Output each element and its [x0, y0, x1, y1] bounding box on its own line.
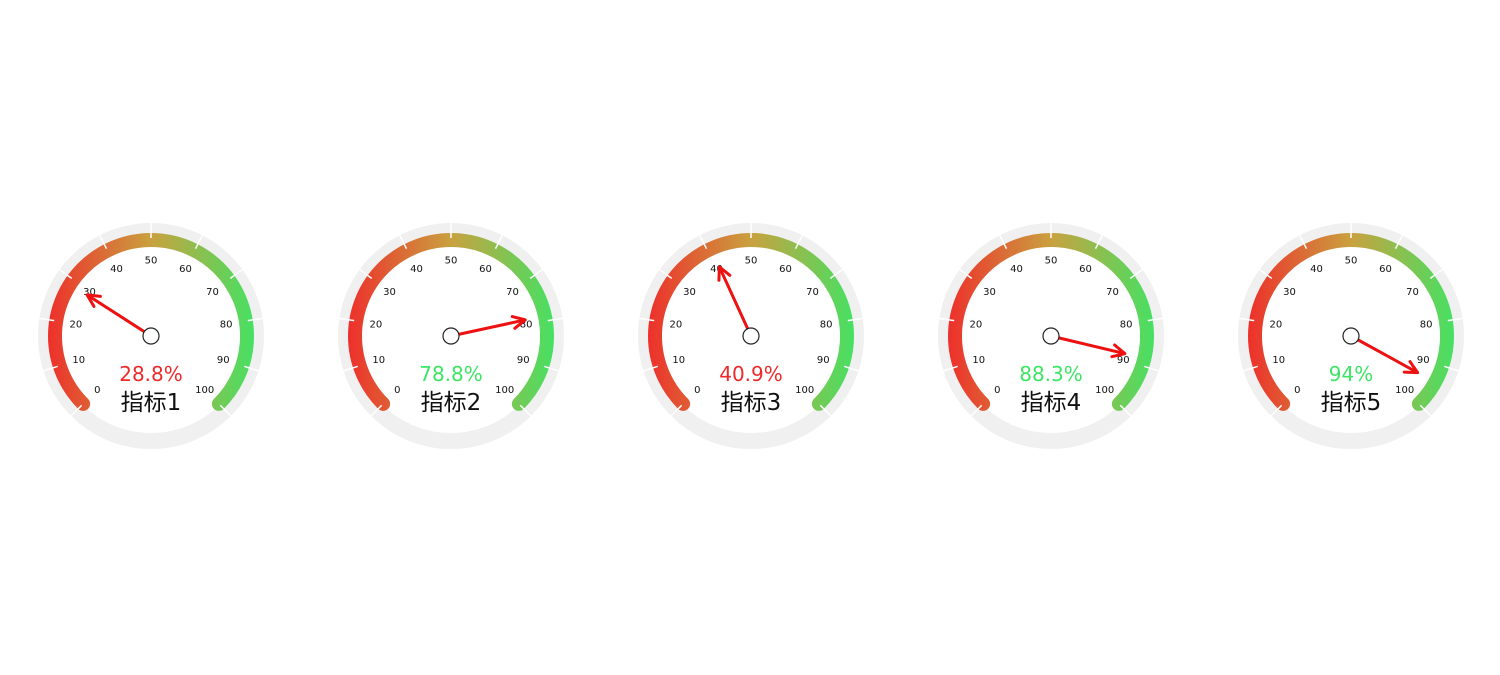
gauge-hub [1042, 327, 1060, 345]
gauge-tick-label: 70 [1406, 287, 1419, 298]
gauge-tick-label: 90 [817, 355, 830, 366]
gauge-value-label: 88.3% [1019, 362, 1083, 386]
gauge-pointer [87, 294, 153, 338]
gauge-name-label: 指标2 [421, 390, 482, 416]
gauge-hub [142, 327, 160, 345]
gauge-value-label: 28.8% [119, 362, 183, 386]
gauge-tick-label: 20 [70, 320, 83, 331]
gauge-tick-label: 50 [145, 256, 158, 267]
gauge-hub [1342, 327, 1360, 345]
gauge-value-label: 78.8% [419, 362, 483, 386]
gauge-tick-label: 70 [1106, 287, 1119, 298]
gauge-tick-label: 80 [1120, 320, 1133, 331]
gauge-tick-label: 10 [372, 355, 385, 366]
gauge-tick-label: 80 [1420, 320, 1433, 331]
gauge-pointer [449, 318, 525, 338]
gauge-tick-label: 80 [820, 320, 833, 331]
gauge-3: 010203040506070809010040.9%指标3 [638, 223, 864, 449]
gauge-tick-label: 40 [1010, 264, 1023, 275]
gauge-tick-label: 60 [1079, 264, 1092, 275]
gauge-tick-label: 90 [1117, 355, 1130, 366]
gauge-pointer [718, 267, 753, 338]
gauge-tick-label: 100 [1395, 385, 1414, 396]
gauge-4: 0 10 20 30 40 50 60 70 80 90 100 88.3% 指标4 [938, 223, 1164, 449]
gauge-tick-label: 70 [206, 287, 219, 298]
gauge-tick-label: 80 [220, 320, 233, 331]
gauge-tick-label: 50 [745, 256, 758, 267]
gauge-tick-label: 40 [410, 264, 423, 275]
gauge-tick-label: 50 [1345, 256, 1358, 267]
gauge-tick-label: 70 [806, 287, 819, 298]
gauge-tick-label: 40 [1310, 264, 1323, 275]
gauge-tick-label: 90 [1417, 355, 1430, 366]
gauges-layer: 010203040506070809010028.8%指标1 0102030405… [38, 223, 1464, 449]
gauge-tick-label: 30 [383, 287, 396, 298]
gauge-2: 010203040506070809010078.8%指标2 [338, 223, 564, 449]
gauge-tick-label: 30 [1283, 287, 1296, 298]
gauge-tick-label: 90 [217, 355, 230, 366]
gauge-tick-label: 10 [972, 355, 985, 366]
gauge-name-label: 指标1 [121, 390, 182, 416]
gauge-tick-label: 70 [506, 287, 519, 298]
gauge-hub [442, 327, 460, 345]
gauge-tick-label: 10 [672, 355, 685, 366]
gauge-tick-label: 0 [994, 385, 1000, 396]
gauge-hub [742, 327, 760, 345]
gauge-value-label: 94% [1329, 362, 1373, 386]
gauge-tick-label: 0 [694, 385, 700, 396]
gauge-chart: 010203040506070809010028.8%指标1 0102030405… [38, 223, 1464, 449]
gauge-tick-label: 0 [1294, 385, 1300, 396]
gauge-tick-label: 0 [94, 385, 100, 396]
gauge-tick-label: 100 [795, 385, 814, 396]
gauge-tick-label: 20 [1270, 320, 1283, 331]
gauge-tick-label: 10 [1272, 355, 1285, 366]
gauge-pointer [1049, 334, 1125, 355]
gauge-tick-label: 20 [370, 320, 383, 331]
gauge-tick-label: 50 [1045, 256, 1058, 267]
gauge-1: 010203040506070809010028.8%指标1 [38, 223, 264, 449]
gauge-tick-label: 30 [983, 287, 996, 298]
gauge-tick-label: 100 [1095, 385, 1114, 396]
gauge-tick-label: 0 [394, 385, 400, 396]
gauge-tick-label: 60 [779, 264, 792, 275]
gauge-tick-label: 60 [1379, 264, 1392, 275]
gauge-tick-label: 40 [110, 264, 123, 275]
gauge-tick-label: 50 [445, 256, 458, 267]
gauge-value-label: 40.9% [719, 362, 783, 386]
gauge-name-label: 指标3 [721, 390, 782, 416]
gauge-tick-label: 100 [195, 385, 214, 396]
gauge-tick-label: 20 [670, 320, 683, 331]
gauge-tick-label: 20 [970, 320, 983, 331]
gauge-tick-label: 30 [683, 287, 696, 298]
gauge-tick-label: 60 [179, 264, 192, 275]
gauge-tick-label: 100 [495, 385, 514, 396]
gauge-tick-label: 90 [517, 355, 530, 366]
gauge-name-label: 指标5 [1321, 390, 1382, 416]
gauge-name-label: 指标4 [1021, 390, 1082, 416]
gauge-tick-label: 60 [479, 264, 492, 275]
gauge-tick-label: 10 [72, 355, 85, 366]
gauge-5: 0 10 20 30 40 50 60 70 80 90 100 94% 指标5 [1238, 223, 1464, 449]
